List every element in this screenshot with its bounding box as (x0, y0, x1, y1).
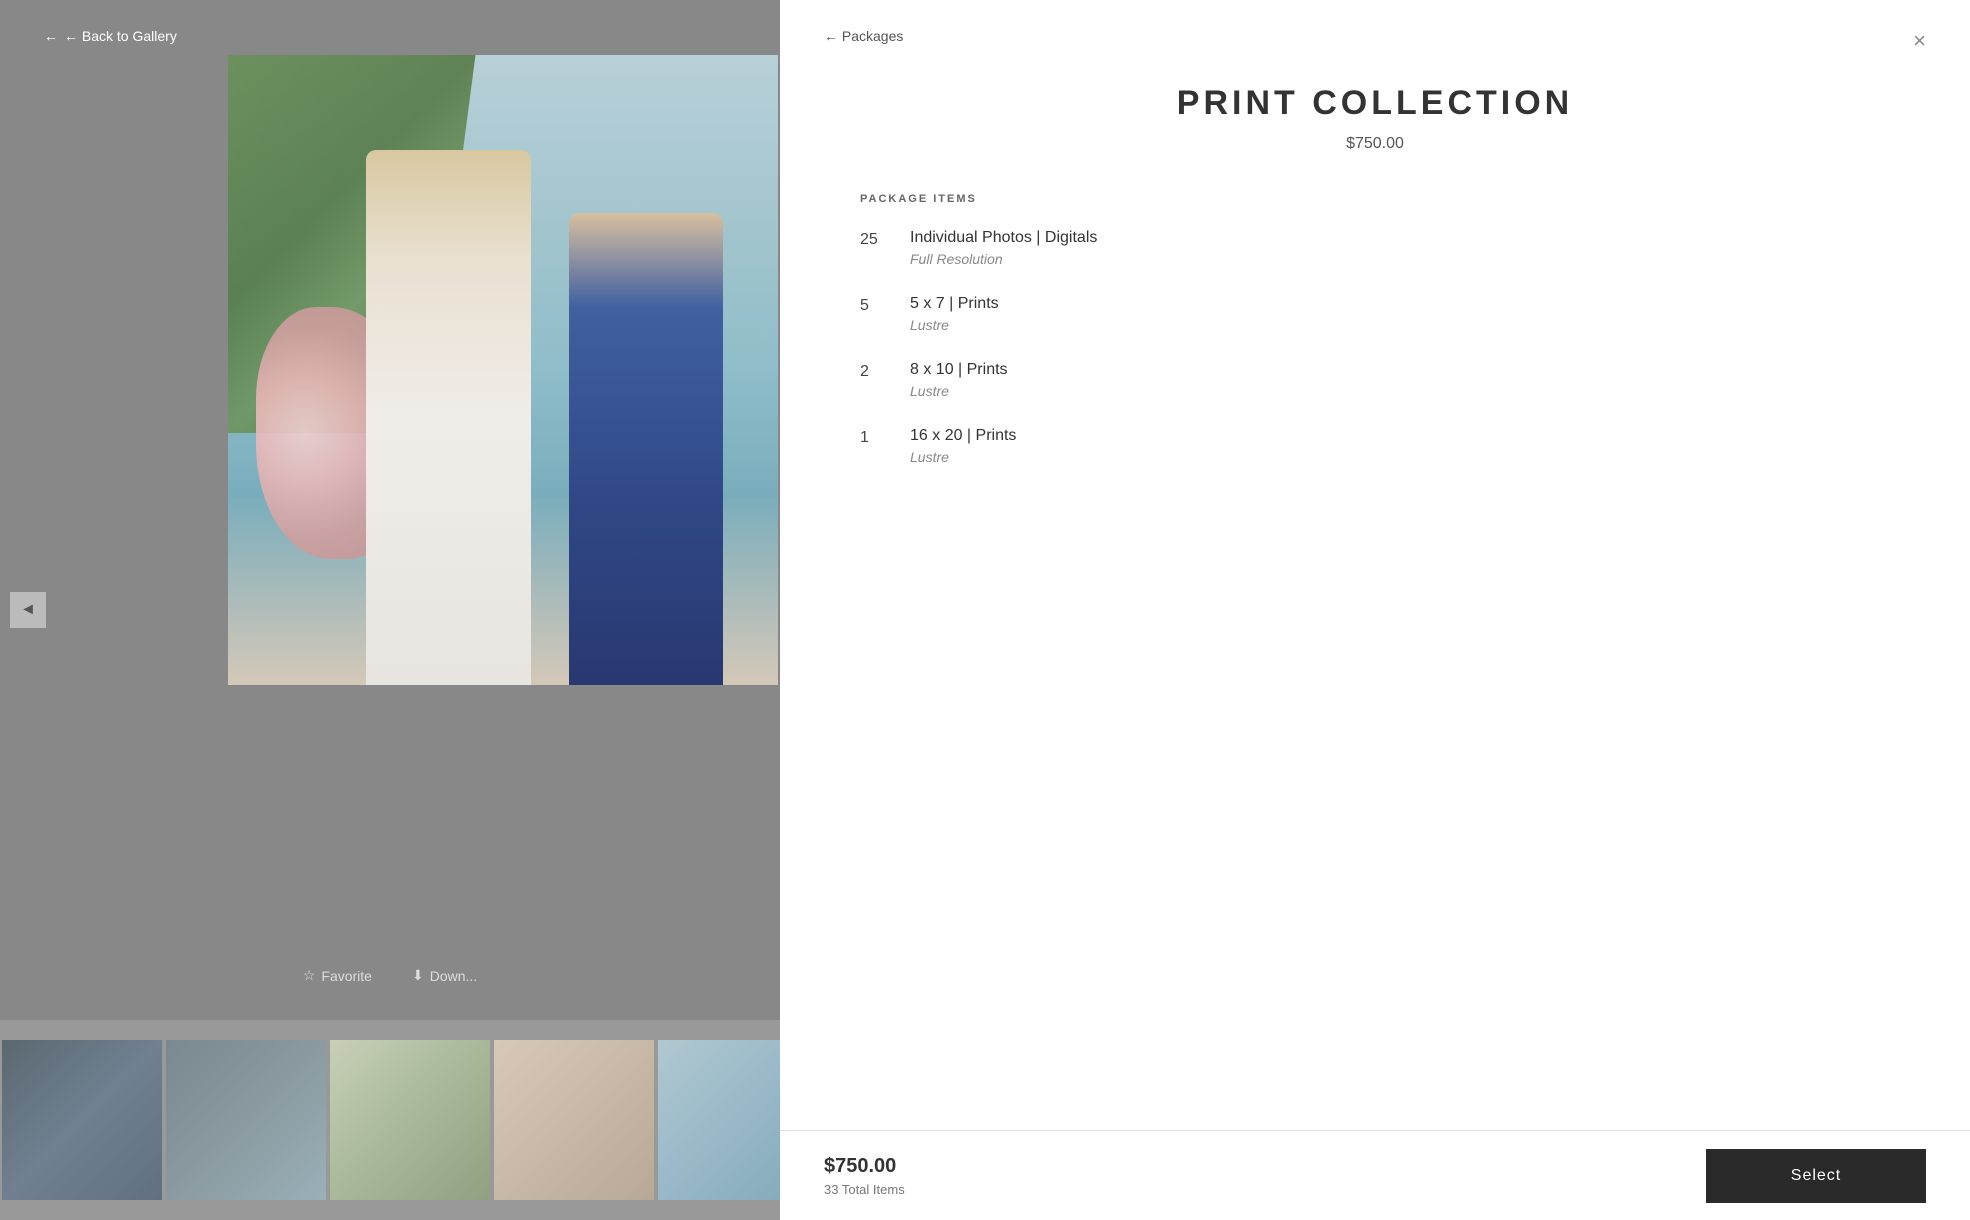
item-qty-2: 5 (860, 295, 890, 315)
prev-icon: ◄ (20, 601, 36, 619)
package-footer: $750.00 33 Total Items Select (780, 1130, 1970, 1220)
select-button[interactable]: Select (1706, 1149, 1926, 1203)
back-arrow-icon: ← (44, 28, 58, 44)
package-price: $750.00 (860, 135, 1890, 153)
item-sub-4: Lustre (910, 449, 1016, 465)
package-content: PRINT COLLECTION $750.00 PACKAGE ITEMS 2… (780, 44, 1970, 1130)
action-bar: ☆ Favorite ⬇ Down... (0, 951, 780, 1000)
thumbnail-3[interactable] (330, 1040, 490, 1200)
item-sub-2: Lustre (910, 317, 999, 333)
download-label: Down... (430, 968, 477, 984)
download-button[interactable]: ⬇ Down... (412, 967, 477, 984)
main-image (228, 55, 778, 685)
close-button[interactable]: × (1913, 28, 1926, 54)
item-qty-3: 2 (860, 361, 890, 381)
item-name-2: 5 x 7 | Prints (910, 295, 999, 313)
package-item-4: 1 16 x 20 | Prints Lustre (860, 427, 1890, 465)
officiant-figure (569, 213, 723, 686)
footer-info: $750.00 33 Total Items (824, 1155, 905, 1197)
item-sub-1: Full Resolution (910, 251, 1097, 267)
package-items-label: PACKAGE ITEMS (860, 193, 1890, 205)
package-item-1: 25 Individual Photos | Digitals Full Res… (860, 229, 1890, 267)
gallery-panel: ← ← Back to Gallery ◄ ☆ Favorite ⬇ Down.… (0, 0, 780, 1220)
favorite-icon: ☆ (303, 967, 316, 984)
item-details-4: 16 x 20 | Prints Lustre (910, 427, 1016, 465)
back-packages-label: ← Packages (824, 28, 903, 44)
item-details-3: 8 x 10 | Prints Lustre (910, 361, 1008, 399)
item-qty-4: 1 (860, 427, 890, 447)
favorite-button[interactable]: ☆ Favorite (303, 967, 372, 984)
footer-total-items: 33 Total Items (824, 1182, 905, 1197)
item-name-1: Individual Photos | Digitals (910, 229, 1097, 247)
back-to-gallery-label: ← Back to Gallery (64, 28, 177, 44)
item-details-1: Individual Photos | Digitals Full Resolu… (910, 229, 1097, 267)
package-items-list: 25 Individual Photos | Digitals Full Res… (860, 229, 1890, 465)
package-title: PRINT COLLECTION (860, 84, 1890, 123)
footer-price: $750.00 (824, 1155, 905, 1178)
close-icon: × (1913, 28, 1926, 53)
thumbnail-2[interactable] (166, 1040, 326, 1200)
item-details-2: 5 x 7 | Prints Lustre (910, 295, 999, 333)
package-item-2: 5 5 x 7 | Prints Lustre (860, 295, 1890, 333)
prev-button[interactable]: ◄ (10, 592, 46, 628)
bride-figure (366, 150, 531, 686)
item-qty-1: 25 (860, 229, 890, 249)
thumbnails-strip (0, 1020, 780, 1220)
item-name-3: 8 x 10 | Prints (910, 361, 1008, 379)
thumbnail-4[interactable] (494, 1040, 654, 1200)
item-sub-3: Lustre (910, 383, 1008, 399)
package-item-3: 2 8 x 10 | Prints Lustre (860, 361, 1890, 399)
back-to-gallery-link[interactable]: ← ← Back to Gallery (44, 28, 177, 44)
back-packages-link[interactable]: ← Packages (824, 28, 903, 44)
thumbnail-1[interactable] (2, 1040, 162, 1200)
item-name-4: 16 x 20 | Prints (910, 427, 1016, 445)
package-panel: ← Packages × PRINT COLLECTION $750.00 PA… (780, 0, 1970, 1220)
thumbnail-5[interactable] (658, 1040, 780, 1200)
photo-scene (228, 55, 778, 685)
select-label: Select (1791, 1167, 1841, 1184)
favorite-label: Favorite (321, 968, 372, 984)
panel-header: ← Packages × (780, 0, 1970, 44)
download-icon: ⬇ (412, 967, 424, 984)
